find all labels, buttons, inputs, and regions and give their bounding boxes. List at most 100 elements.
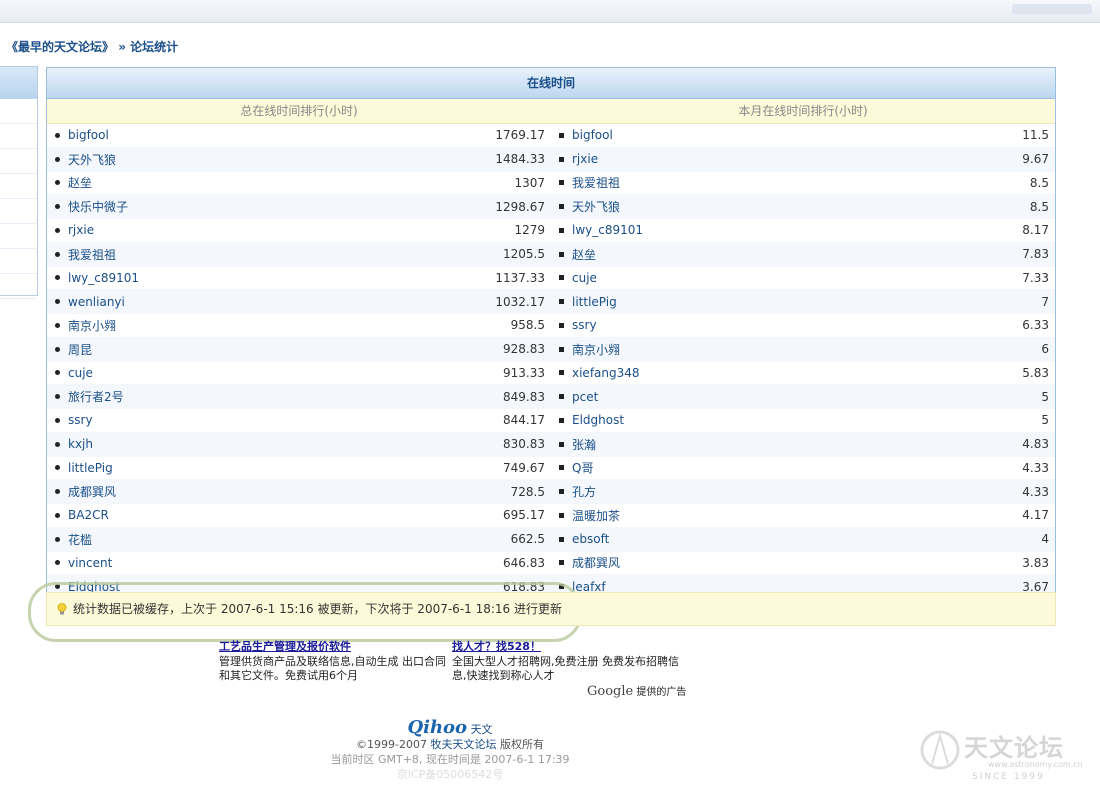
online-hours: 7.33 <box>1022 270 1049 285</box>
member-name-link[interactable]: 赵垒 <box>68 174 514 191</box>
forum-link[interactable]: 牧夫天文论坛 <box>430 738 496 751</box>
ad-title-link[interactable]: 找人才？找528！ <box>452 640 682 654</box>
breadcrumb-forum-link[interactable]: 《最早的天文论坛》 <box>6 40 114 54</box>
bullet-icon <box>559 251 564 257</box>
member-name-link[interactable]: 南京小翙 <box>572 341 1041 358</box>
online-hours: 913.33 <box>503 365 545 380</box>
member-name-link[interactable]: 成都巽风 <box>68 483 511 500</box>
member-name-link[interactable]: 快乐中微子 <box>68 198 495 215</box>
watermark-since: SINCE 1999 <box>972 772 1045 782</box>
member-name-link[interactable]: 张瀚 <box>572 436 1022 453</box>
bullet-icon <box>559 489 564 495</box>
ad-text: 全国大型人才招聘网,免费注册 免费发布招聘信息,快速找到称心人才 <box>452 655 679 682</box>
member-name-link[interactable]: 旅行者2号 <box>68 388 503 405</box>
member-name-link[interactable]: rjxie <box>572 152 1022 166</box>
member-name-link[interactable]: BA2CR <box>68 508 503 522</box>
member-name-link[interactable]: bigfool <box>572 128 1022 142</box>
member-name-link[interactable]: 我爱祖祖 <box>572 174 1030 191</box>
online-hours: 1484.33 <box>495 152 545 167</box>
member-name-link[interactable]: vincent <box>68 556 503 570</box>
table-title: 在线时间 <box>47 68 1055 99</box>
month-ranking-row: rjxie 9.67 <box>551 147 1055 172</box>
member-name-link[interactable]: 温暖加茶 <box>572 507 1022 524</box>
member-name-link[interactable]: 孔方 <box>572 483 1022 500</box>
online-hours: 1769.17 <box>495 128 545 143</box>
member-name-link[interactable]: bigfool <box>68 128 495 142</box>
member-name-link[interactable]: littlePig <box>68 461 503 475</box>
online-hours: 4.33 <box>1022 484 1049 499</box>
online-hours: 3.83 <box>1022 555 1049 570</box>
bullet-icon <box>559 536 564 542</box>
member-name-link[interactable]: Q哥 <box>572 459 1022 476</box>
month-ranking-row: 温暖加茶 4.17 <box>551 504 1055 528</box>
bullet-icon <box>559 227 564 233</box>
member-name-link[interactable]: wenlianyi <box>68 295 495 309</box>
online-hours: 11.5 <box>1022 128 1049 143</box>
member-name-link[interactable]: pcet <box>572 390 1041 404</box>
total-ranking-row: rjxie 1279 <box>47 219 551 243</box>
member-name-link[interactable]: kxjh <box>68 437 503 451</box>
member-name-link[interactable]: ssry <box>68 413 503 427</box>
member-name-link[interactable]: cuje <box>68 366 503 380</box>
month-ranking-row: 赵垒 7.83 <box>551 242 1055 267</box>
member-name-link[interactable]: xiefang348 <box>572 366 1022 380</box>
sidebar-line <box>0 174 37 199</box>
ad-title-link[interactable]: 工艺品生产管理及报价软件 <box>219 640 449 654</box>
total-ranking-row: littlePig 749.67 <box>47 457 551 481</box>
online-hours: 662.5 <box>510 532 545 547</box>
month-ranking-row: pcet 5 <box>551 385 1055 409</box>
member-name-link[interactable]: 天外飞狼 <box>572 198 1030 215</box>
member-name-link[interactable]: 南京小翙 <box>68 317 511 334</box>
month-ranking-row: xiefang348 5.83 <box>551 362 1055 386</box>
online-hours: 7.83 <box>1022 247 1049 262</box>
member-name-link[interactable]: 天外飞狼 <box>68 151 495 168</box>
member-name-link[interactable]: ssry <box>572 318 1022 332</box>
member-name-link[interactable]: Eldghost <box>572 413 1041 427</box>
google-ads-credit[interactable]: Google 提供的广告 <box>587 683 686 699</box>
cache-notice: 统计数据已被缓存，上次于 2007-6-1 15:16 被更新，下次将于 200… <box>46 592 1056 626</box>
online-hours: 695.17 <box>503 508 545 523</box>
top-bar <box>0 0 1100 23</box>
ad-block-1: 工艺品生产管理及报价软件 管理供货商产品及联络信息,自动生成 出口合同和其它文件… <box>219 640 449 683</box>
member-name-link[interactable]: 成都巽风 <box>572 554 1022 571</box>
google-ads-label: 提供的广告 <box>636 687 687 698</box>
total-ranking-row: lwy_c89101 1137.33 <box>47 267 551 291</box>
total-ranking-row: 快乐中微子 1298.67 <box>47 195 551 219</box>
footer: Qihoo 天文 ©1999-2007 牧夫天文论坛 版权所有 当前时区 GMT… <box>250 717 650 782</box>
qihoo-logo[interactable]: Qihoo <box>407 717 467 738</box>
telescope-figure-icon <box>920 730 960 770</box>
sidebar-line <box>0 149 37 174</box>
online-hours: 5 <box>1041 389 1049 404</box>
copyright-suffix: 版权所有 <box>496 738 544 751</box>
month-ranking-row: cuje 7.33 <box>551 267 1055 291</box>
member-name-link[interactable]: lwy_c89101 <box>68 271 495 285</box>
member-name-link[interactable]: lwy_c89101 <box>572 223 1022 237</box>
copyright-line: ©1999-2007 牧夫天文论坛 版权所有 <box>250 737 650 752</box>
total-ranking-list: bigfool 1769.17 天外飞狼 1484.33 赵垒 1307 快乐中微子 1298… <box>47 124 551 599</box>
member-name-link[interactable]: rjxie <box>68 223 514 237</box>
bullet-icon <box>559 204 564 210</box>
breadcrumb-current: 论坛统计 <box>130 40 179 54</box>
member-name-link[interactable]: 周昆 <box>68 341 503 358</box>
month-ranking-row: ebsoft 4 <box>551 527 1055 552</box>
bullet-icon <box>559 346 564 352</box>
member-name-link[interactable]: 我爱祖祖 <box>68 246 503 263</box>
site-watermark: 天文论坛 www.astronomy.com.cn SINCE 1999 <box>918 720 1093 788</box>
icp-number: 京ICP备05006542号 <box>396 768 504 781</box>
member-name-link[interactable]: littlePig <box>572 295 1041 309</box>
sidebar-line <box>0 99 37 124</box>
online-hours: 1032.17 <box>495 294 545 309</box>
online-hours: 1307 <box>514 175 545 190</box>
bullet-icon <box>55 417 60 423</box>
online-time-table: 在线时间 总在线时间排行(小时) 本月在线时间排行(小时) bigfool 176… <box>46 67 1056 600</box>
qihoo-suffix: 天文 <box>470 723 493 736</box>
member-name-link[interactable]: cuje <box>572 271 1022 285</box>
member-name-link[interactable]: 花槛 <box>68 531 511 548</box>
member-name-link[interactable]: ebsoft <box>572 532 1041 546</box>
online-hours: 6 <box>1041 342 1049 357</box>
online-hours: 1205.5 <box>503 247 545 262</box>
online-hours: 844.17 <box>503 413 545 428</box>
member-name-link[interactable]: 赵垒 <box>572 246 1022 263</box>
month-ranking-row: Eldghost 5 <box>551 409 1055 433</box>
online-hours: 1137.33 <box>495 270 545 285</box>
